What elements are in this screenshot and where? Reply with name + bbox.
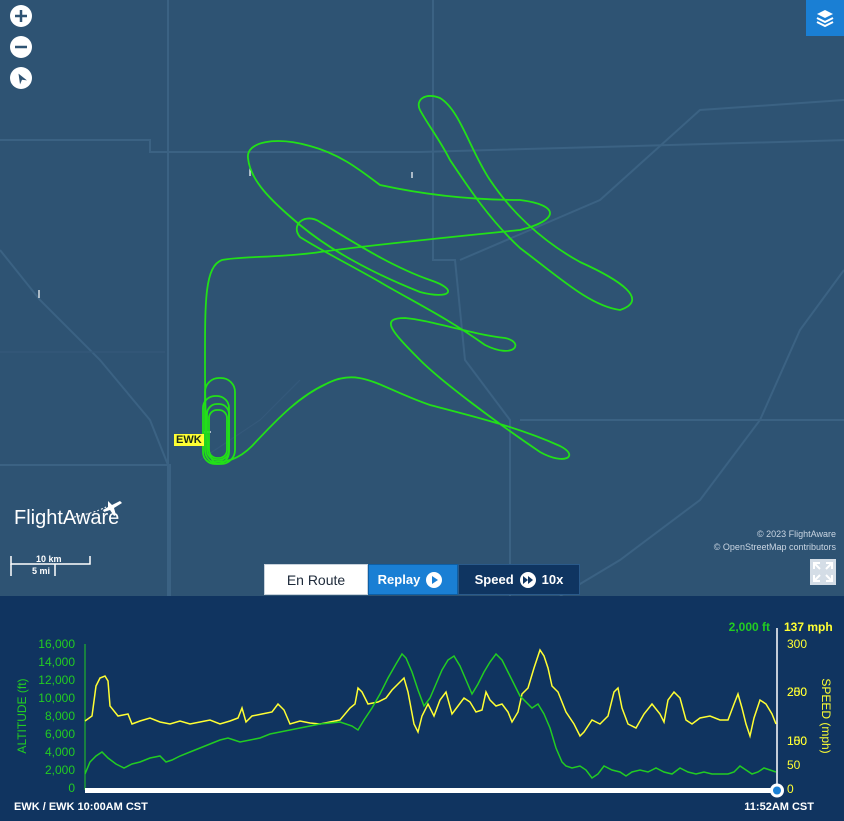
altitude-tick: 8,000 <box>45 709 75 723</box>
zoom-in-button[interactable] <box>10 5 32 27</box>
altitude-tick: 16,000 <box>38 637 75 651</box>
attribution-osm[interactable]: © OpenStreetMap contributors <box>714 541 836 554</box>
replay-label: Replay <box>377 572 421 587</box>
fullscreen-button[interactable] <box>810 559 836 585</box>
reset-north-button[interactable] <box>10 67 32 89</box>
airport-label[interactable]: EWK <box>174 434 204 446</box>
view-tabs: En Route Replay Speed 10x <box>264 564 580 595</box>
speed-axis-label: SPEED (mph) <box>819 678 833 753</box>
current-speed: 137 mph <box>784 620 833 634</box>
graph-canvas: 16,000 14,000 12,000 10,000 8,000 6,000 … <box>15 620 833 798</box>
fast-forward-icon <box>519 571 536 588</box>
layers-button[interactable] <box>806 0 844 36</box>
end-label: 11:52AM CST <box>744 801 814 813</box>
altitude-tick: 12,000 <box>38 673 75 687</box>
tab-en-route-label: En Route <box>286 571 346 588</box>
timeline-bar[interactable] <box>85 788 777 793</box>
tab-en-route[interactable]: En Route <box>264 564 368 595</box>
speed-line <box>84 648 777 739</box>
speed-tick: 100 <box>787 734 807 748</box>
scale-mi: 5 mi <box>32 566 51 576</box>
flightaware-logo: FlightAware <box>14 501 122 530</box>
scale-km: 10 km <box>36 554 62 564</box>
altitude-line <box>84 652 777 780</box>
altitude-tick: 4,000 <box>45 745 75 759</box>
plus-icon <box>15 10 27 22</box>
altitude-tick: 14,000 <box>38 655 75 669</box>
map-base <box>0 0 844 596</box>
altitude-tick: 10,000 <box>38 691 75 705</box>
expand-icon <box>813 562 833 582</box>
timeline-handle-center <box>773 786 781 795</box>
speed-tick: 0 <box>787 782 794 796</box>
altitude-tick: 6,000 <box>45 727 75 741</box>
minus-icon <box>15 45 27 49</box>
speed-tick: 50 <box>787 758 801 772</box>
current-altitude: 2,000 ft <box>729 620 770 634</box>
altitude-tick: 0 <box>68 781 75 795</box>
zoom-out-button[interactable] <box>10 36 32 58</box>
speed-tick: 300 <box>787 637 807 651</box>
map-scale: 10 km 5 mi <box>10 554 92 578</box>
altitude-tick: 2,000 <box>45 763 75 777</box>
start-label: EWK / EWK 10:00AM CST <box>14 801 148 813</box>
layers-icon <box>816 10 834 28</box>
speed-label: Speed <box>474 572 514 587</box>
replay-button[interactable]: Replay <box>368 564 458 595</box>
attribution: © 2023 FlightAware © OpenStreetMap contr… <box>714 528 836 554</box>
altitude-axis-label: ALTITUDE (ft) <box>15 678 29 753</box>
plane-icon <box>74 501 122 518</box>
map-view[interactable]: EWK FlightAware 10 km 5 mi © 2023 Flight… <box>0 0 844 596</box>
altitude-speed-graph[interactable]: 16,000 14,000 12,000 10,000 8,000 6,000 … <box>0 596 844 821</box>
attribution-flightaware[interactable]: © 2023 FlightAware <box>714 528 836 541</box>
speed-button[interactable]: Speed 10x <box>458 564 580 595</box>
speed-value: 10x <box>541 572 564 587</box>
speed-tick: 200 <box>787 685 807 699</box>
play-icon <box>426 571 443 588</box>
compass-icon <box>18 73 27 85</box>
